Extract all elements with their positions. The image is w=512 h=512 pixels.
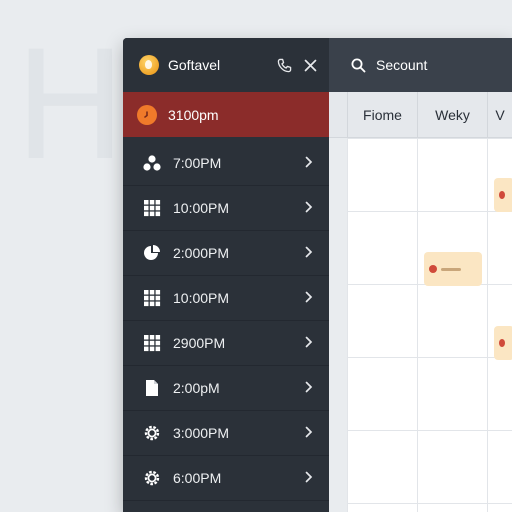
group-icon xyxy=(141,154,163,172)
tab-weekly[interactable]: Weky xyxy=(417,92,487,138)
sidebar-item[interactable]: 10:00PM xyxy=(123,276,329,321)
search-bar[interactable]: Secount xyxy=(329,38,512,92)
close-icon[interactable] xyxy=(304,59,317,72)
grid-icon xyxy=(141,289,163,307)
event-dot xyxy=(499,339,505,347)
sidebar-header: Goftavel xyxy=(123,38,329,92)
grid-icon xyxy=(141,199,163,217)
search-icon xyxy=(351,58,366,73)
gear-icon xyxy=(141,469,163,487)
calendar-event[interactable] xyxy=(424,252,482,286)
sidebar-item[interactable]: 10:00PM xyxy=(123,186,329,231)
app-name: Goftavel xyxy=(168,57,221,73)
sidebar: Goftavel 3100pm 7:00PM 10:00PM 2:000PM 1… xyxy=(123,38,329,512)
phone-icon[interactable] xyxy=(277,58,292,73)
calendar-window: Goftavel 3100pm 7:00PM 10:00PM 2:000PM 1… xyxy=(123,38,512,512)
chevron-right-icon xyxy=(305,470,313,486)
sidebar-item-label: 3100pm xyxy=(168,106,219,123)
calendar-grid[interactable] xyxy=(347,138,512,512)
chevron-right-icon xyxy=(305,155,313,171)
search-label: Secount xyxy=(376,57,428,73)
event-text-line xyxy=(441,267,461,271)
tab-view[interactable]: V xyxy=(487,92,512,138)
calendar-event[interactable] xyxy=(494,326,512,360)
tab-home[interactable]: Fiome xyxy=(347,92,417,138)
chevron-right-icon xyxy=(305,290,313,306)
sidebar-item[interactable]: 2900PM xyxy=(123,321,329,366)
event-dot xyxy=(499,191,505,199)
sidebar-item-active[interactable]: 3100pm xyxy=(123,92,329,137)
chevron-right-icon xyxy=(305,425,313,441)
app-logo-icon xyxy=(139,55,159,75)
chart-icon xyxy=(141,244,163,262)
sidebar-item[interactable]: 2:00pM xyxy=(123,366,329,411)
sidebar-item[interactable]: 7:00PM xyxy=(123,141,329,186)
sidebar-item-label: 7:00PM xyxy=(173,155,222,171)
chevron-right-icon xyxy=(305,245,313,261)
sidebar-item-label: 2:000PM xyxy=(173,245,230,261)
time-gutter xyxy=(329,138,347,512)
sidebar-item[interactable]: 6:00PM xyxy=(123,456,329,501)
sidebar-item-label: 3:000PM xyxy=(173,425,230,441)
chevron-right-icon xyxy=(305,200,313,216)
sidebar-item[interactable]: 3:000PM xyxy=(123,411,329,456)
sidebar-item-label: 6:00PM xyxy=(173,470,222,486)
sidebar-item-label: 2:00pM xyxy=(173,380,220,396)
chevron-right-icon xyxy=(305,335,313,351)
main-panel: Secount Fiome Weky V xyxy=(329,38,512,512)
sidebar-item-label: 10:00PM xyxy=(173,200,230,216)
gear-icon xyxy=(141,424,163,442)
sidebar-item-label: 2900PM xyxy=(173,335,226,351)
calendar-event[interactable] xyxy=(494,178,512,212)
sidebar-item[interactable]: 2:000PM xyxy=(123,231,329,276)
event-dot xyxy=(429,265,437,273)
document-icon xyxy=(141,379,163,397)
view-tabs: Fiome Weky V xyxy=(329,92,512,138)
grid-icon xyxy=(141,334,163,352)
chevron-right-icon xyxy=(305,380,313,396)
sidebar-list: 7:00PM 10:00PM 2:000PM 10:00PM 2900PM 2:… xyxy=(123,141,329,501)
clock-icon xyxy=(137,104,157,125)
sidebar-item-label: 10:00PM xyxy=(173,290,230,306)
